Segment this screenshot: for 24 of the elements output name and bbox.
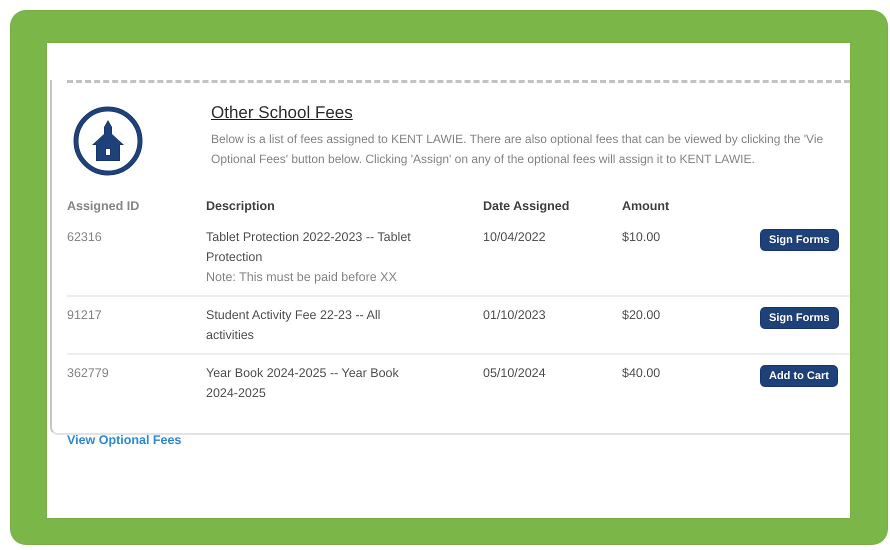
action-button[interactable]: Add to Cart: [760, 365, 838, 387]
column-header: Assigned ID: [67, 199, 140, 213]
id-cell-text: 91217: [67, 307, 102, 324]
amount-cell-text: $20.00: [622, 307, 660, 324]
schoolhouse-icon: [72, 105, 144, 177]
description-text: Optional Fees' button below. Clicking 'Assign' on any of the optional fees will assign it to KENT LAWIE.: [211, 151, 756, 168]
section-title: Other School Fees: [211, 103, 354, 123]
date-cell-text: 01/10/2023: [483, 307, 546, 324]
note-text: Note: This must be paid before XX: [206, 269, 397, 286]
date-cell-text: 05/10/2024: [483, 365, 546, 382]
description-cell-text: Tablet Protection 2022-2023 -- Tablet Protection: [206, 229, 412, 266]
description-text: Below is a list of fees assigned to KENT LAWIE. There are also optional fees that can be viewed by clicking the 'Vie: [211, 131, 824, 148]
date-cell-text: 10/04/2022: [483, 229, 546, 246]
description-cell-text: Student Activity Fee 22-23 -- All activities: [206, 307, 382, 344]
column-header: Amount: [622, 199, 670, 213]
description-cell-text: Year Book 2024-2025 -- Year Book 2024-2025: [206, 365, 400, 402]
action-button[interactable]: Sign Forms: [760, 229, 839, 251]
id-cell-text: 62316: [67, 229, 102, 246]
id-cell-text: 362779: [67, 365, 109, 382]
amount-cell-text: $10.00: [622, 229, 660, 246]
amount-cell-text: $40.00: [622, 365, 660, 382]
column-header: Description: [206, 199, 275, 213]
action-button[interactable]: Sign Forms: [760, 307, 839, 329]
column-header: Date Assigned: [483, 199, 570, 213]
